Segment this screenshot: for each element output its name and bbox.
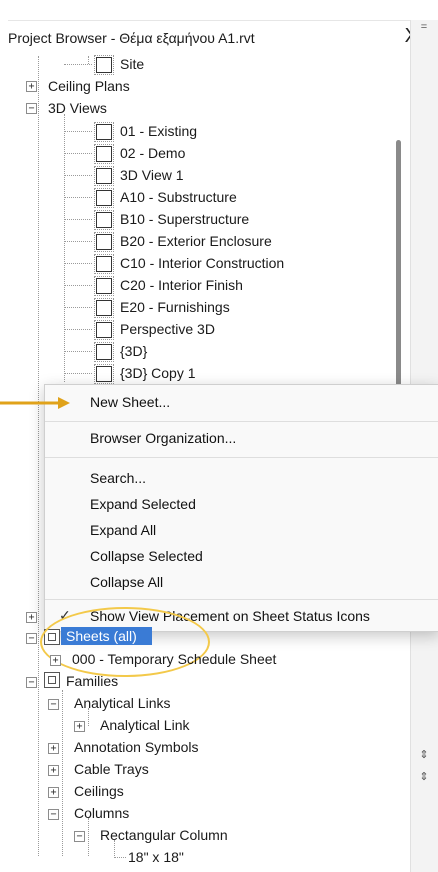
tree-item-view[interactable]: 02 - Demo [120, 142, 185, 164]
tree-item-3d-views[interactable]: 3D Views [48, 97, 107, 119]
panel-title: Project Browser - Θέμα εξαμήνου Α1.rvt [8, 30, 255, 46]
annotation-arrow-icon [0, 397, 70, 409]
scrollbar-thumb[interactable] [396, 140, 401, 390]
menu-item-collapse-selected[interactable]: Collapse Selected [90, 543, 203, 569]
collapse-toggle-icon[interactable]: − [26, 677, 37, 688]
tree-connector [64, 307, 92, 308]
tree-item-size-18x18[interactable]: 18" x 18" [128, 846, 184, 868]
expand-toggle-icon[interactable]: + [48, 743, 59, 754]
expand-toggle-icon[interactable]: + [26, 612, 37, 623]
expand-toggle-icon[interactable]: + [50, 655, 61, 666]
view-checkbox[interactable] [94, 210, 114, 230]
tree-item-view[interactable]: C10 - Interior Construction [120, 252, 284, 274]
collapse-toggle-icon[interactable]: − [74, 831, 85, 842]
view-checkbox[interactable] [94, 276, 114, 296]
tree-connector [64, 64, 92, 65]
tree-guide-families [62, 690, 63, 856]
tree-item-rectangular-column[interactable]: Rectangular Column [100, 824, 228, 846]
expand-toggle-icon[interactable]: + [48, 765, 59, 776]
tree-item-ceilings[interactable]: Ceilings [74, 780, 124, 802]
view-checkbox[interactable] [94, 166, 114, 186]
tree-item-view[interactable]: B10 - Superstructure [120, 208, 249, 230]
tree-item-ceiling-plans[interactable]: Ceiling Plans [48, 75, 130, 97]
tree-connector [64, 175, 92, 176]
gutter-resize-icon[interactable]: ⇕ [417, 748, 431, 762]
menu-item-browser-organization[interactable]: Browser Organization... [90, 425, 236, 451]
gutter-menu-icon[interactable]: = [417, 20, 431, 34]
expand-toggle-icon[interactable]: + [26, 81, 37, 92]
menu-item-new-sheet[interactable]: New Sheet... [90, 389, 170, 415]
view-checkbox[interactable] [94, 232, 114, 252]
tree-item-view[interactable]: A10 - Substructure [120, 186, 237, 208]
menu-item-search[interactable]: Search... [90, 465, 146, 491]
tree-item-cable-trays[interactable]: Cable Trays [74, 758, 149, 780]
view-checkbox[interactable] [94, 320, 114, 340]
tree-item-view[interactable]: 01 - Existing [120, 120, 197, 142]
tree-item-view[interactable]: 3D View 1 [120, 164, 184, 186]
view-checkbox[interactable] [94, 298, 114, 318]
expand-toggle-icon[interactable]: + [74, 721, 85, 732]
tree-item-view[interactable]: B20 - Exterior Enclosure [120, 230, 272, 252]
tree-connector [64, 241, 92, 242]
tree-connector [64, 263, 92, 264]
tree-item-temporary-schedule-sheet[interactable]: 000 - Temporary Schedule Sheet [72, 648, 276, 670]
view-checkbox[interactable] [94, 144, 114, 164]
tree-item-view[interactable]: {3D} Copy 1 [120, 362, 196, 384]
collapse-toggle-icon[interactable]: − [48, 699, 59, 710]
tree-guide-l2a [88, 56, 89, 64]
tree-guide-root [38, 56, 39, 856]
tree-item-view[interactable]: E20 - Furnishings [120, 296, 230, 318]
view-checkbox[interactable] [94, 122, 114, 142]
view-checkbox[interactable] [94, 342, 114, 362]
menu-separator [45, 599, 438, 600]
menu-separator [45, 457, 438, 458]
context-menu: New Sheet... Browser Organization... Sea… [44, 384, 438, 632]
expand-toggle-icon[interactable]: + [48, 787, 59, 798]
tree-connector [114, 857, 126, 858]
menu-separator [45, 421, 438, 422]
tree-connector [64, 329, 92, 330]
tree-item-families[interactable]: Families [66, 670, 118, 692]
gutter-resize-icon-2[interactable]: ⇕ [417, 770, 431, 784]
view-checkbox[interactable] [94, 254, 114, 274]
collapse-toggle-icon[interactable]: − [48, 809, 59, 820]
tree-connector [64, 131, 92, 132]
tree-connector [64, 219, 92, 220]
top-strip [0, 0, 438, 21]
view-checkbox[interactable] [94, 188, 114, 208]
collapse-toggle-icon[interactable]: − [26, 633, 37, 644]
collapse-toggle-icon[interactable]: − [26, 103, 37, 114]
tree-item-annotation-symbols[interactable]: Annotation Symbols [74, 736, 199, 758]
tree-connector [64, 285, 92, 286]
project-browser-panel: Project Browser - Θέμα εξαμήνου Α1.rvt X… [0, 0, 438, 872]
families-icon [44, 672, 60, 688]
view-checkbox[interactable] [94, 55, 114, 75]
tree-item-columns[interactable]: Columns [74, 802, 129, 824]
tree-item-site[interactable]: Site [120, 53, 144, 75]
tree-connector [64, 153, 92, 154]
tree-guide-3d [64, 114, 65, 382]
tree-connector [64, 197, 92, 198]
tree-item-view[interactable]: Perspective 3D [120, 318, 215, 340]
menu-item-expand-all[interactable]: Expand All [90, 517, 156, 543]
tree-item-view[interactable]: C20 - Interior Finish [120, 274, 243, 296]
menu-item-expand-selected[interactable]: Expand Selected [90, 491, 196, 517]
tree-item-analytical-links[interactable]: Analytical Links [74, 692, 171, 714]
tree-connector [64, 351, 92, 352]
left-edge [0, 20, 8, 872]
tree-item-view[interactable]: {3D} [120, 340, 147, 362]
view-checkbox[interactable] [94, 364, 114, 384]
tree-connector [64, 373, 92, 374]
menu-item-collapse-all[interactable]: Collapse All [90, 569, 163, 595]
tree-item-analytical-link[interactable]: Analytical Link [100, 714, 190, 736]
